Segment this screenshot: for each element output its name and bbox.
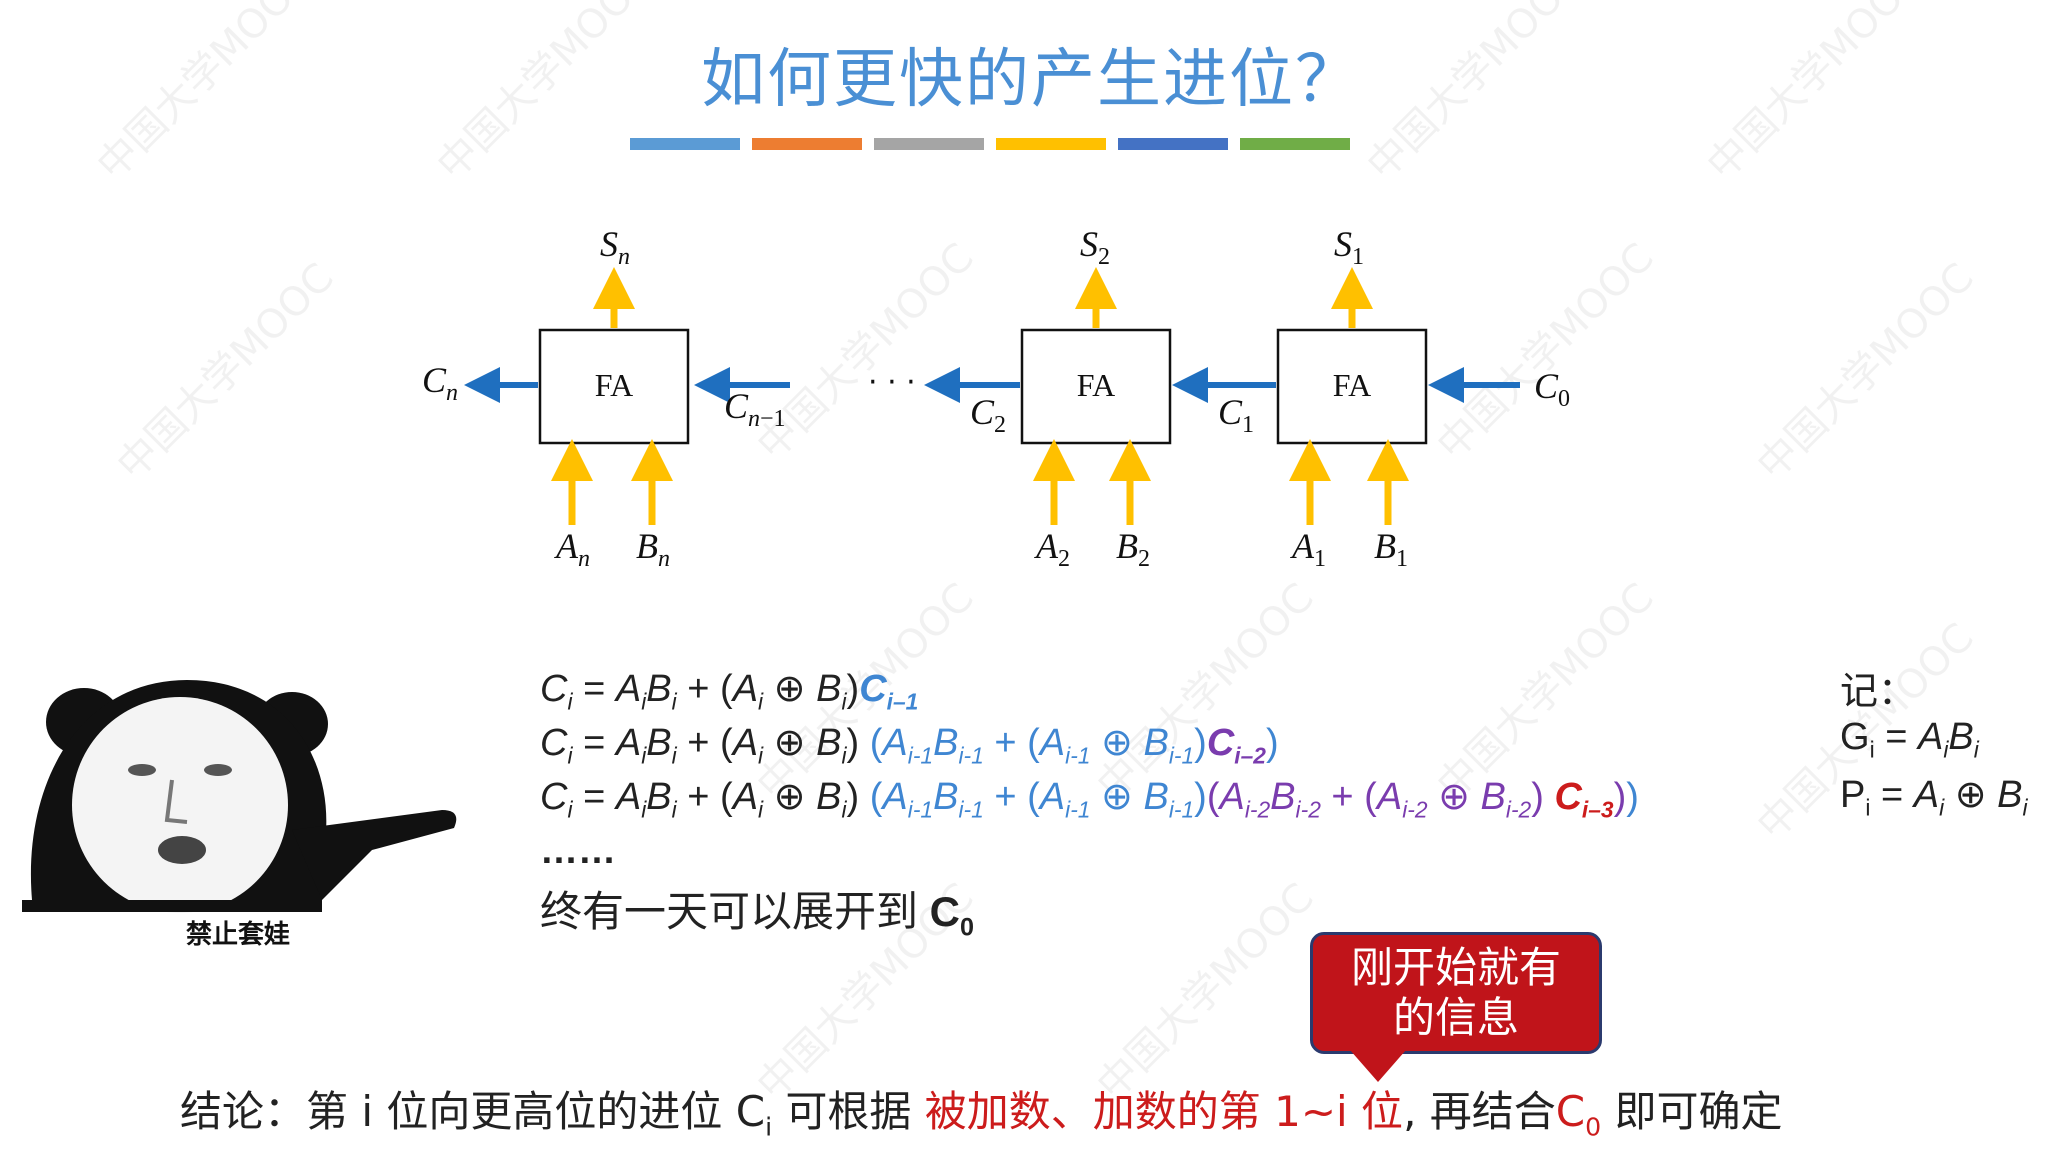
ellipsis-dots: · · ·	[868, 365, 916, 400]
fa-label: FA	[1077, 367, 1116, 403]
fa-label: FA	[595, 367, 634, 403]
note-p-definition: Pi = Ai ⊕ Bi	[1840, 774, 2028, 821]
conclusion-sub-i: i	[765, 1112, 773, 1142]
equation-line-3: Ci = AiBi + (Ai ⊕ Bi) (Ai-1Bi-1 + (Ai-1 …	[540, 776, 1639, 823]
label-c2: C2	[970, 392, 1006, 438]
expand-to-c0: 终有一天可以展开到 C0	[540, 888, 975, 942]
label-s1: S1	[1334, 224, 1364, 270]
equation-line-1: Ci = AiBi + (Ai ⊕ Bi)Ci–1	[540, 668, 919, 715]
callout-bubble: 刚开始就有 的信息	[1310, 932, 1602, 1054]
callout-line-2: 的信息	[1392, 993, 1519, 1042]
expand-text: 终有一天可以展开到	[540, 888, 930, 935]
fa-label: FA	[1333, 367, 1372, 403]
label-b1: B1	[1374, 526, 1408, 572]
callout-line-1: 刚开始就有	[1350, 943, 1561, 992]
note-heading: 记：	[1840, 671, 1917, 713]
conclusion-part-3: , 再结合	[1403, 1087, 1556, 1136]
conclusion-text: 结论：第 i 位向更高位的进位 Ci 可根据 被加数、加数的第 1~i 位, 再…	[180, 1078, 1782, 1141]
label-bn: Bn	[636, 526, 670, 572]
conclusion-c0-sub: 0	[1585, 1112, 1602, 1142]
label-b2: B2	[1116, 526, 1150, 572]
conclusion-part-4: 即可确定	[1601, 1087, 1783, 1136]
label-c0: C0	[1534, 366, 1570, 412]
label-an: An	[554, 526, 590, 572]
equation-line-2: Ci = AiBi + (Ai ⊕ Bi) (Ai-1Bi-1 + (Ai-1 …	[540, 722, 1279, 769]
equation-ellipsis: ……	[540, 830, 616, 872]
label-cn: Cn	[422, 360, 458, 406]
watermark: 中国大学MOOC	[1088, 874, 1323, 1110]
ripple-carry-adder-diagram: FA FA FA · · · Sn S2 S1 Cn Cn−1 C2 C1 C0…	[422, 224, 1570, 572]
conclusion-part-1: 结论：第 i 位向更高位的进位 C	[180, 1087, 766, 1136]
conclusion-c0: C	[1555, 1087, 1586, 1136]
meme-caption: 禁止套娃	[186, 920, 291, 950]
note-g-definition: Gi = AiBi	[1840, 716, 1979, 763]
label-cn-1: Cn−1	[724, 386, 786, 432]
label-c1: C1	[1218, 392, 1254, 438]
conclusion-highlight: 被加数、加数的第 1~i 位	[924, 1087, 1404, 1136]
label-sn: Sn	[600, 224, 630, 270]
label-a2: A2	[1034, 526, 1070, 572]
label-a1: A1	[1290, 526, 1326, 572]
label-s2: S2	[1080, 224, 1110, 270]
conclusion-part-2: 可根据	[772, 1087, 925, 1136]
